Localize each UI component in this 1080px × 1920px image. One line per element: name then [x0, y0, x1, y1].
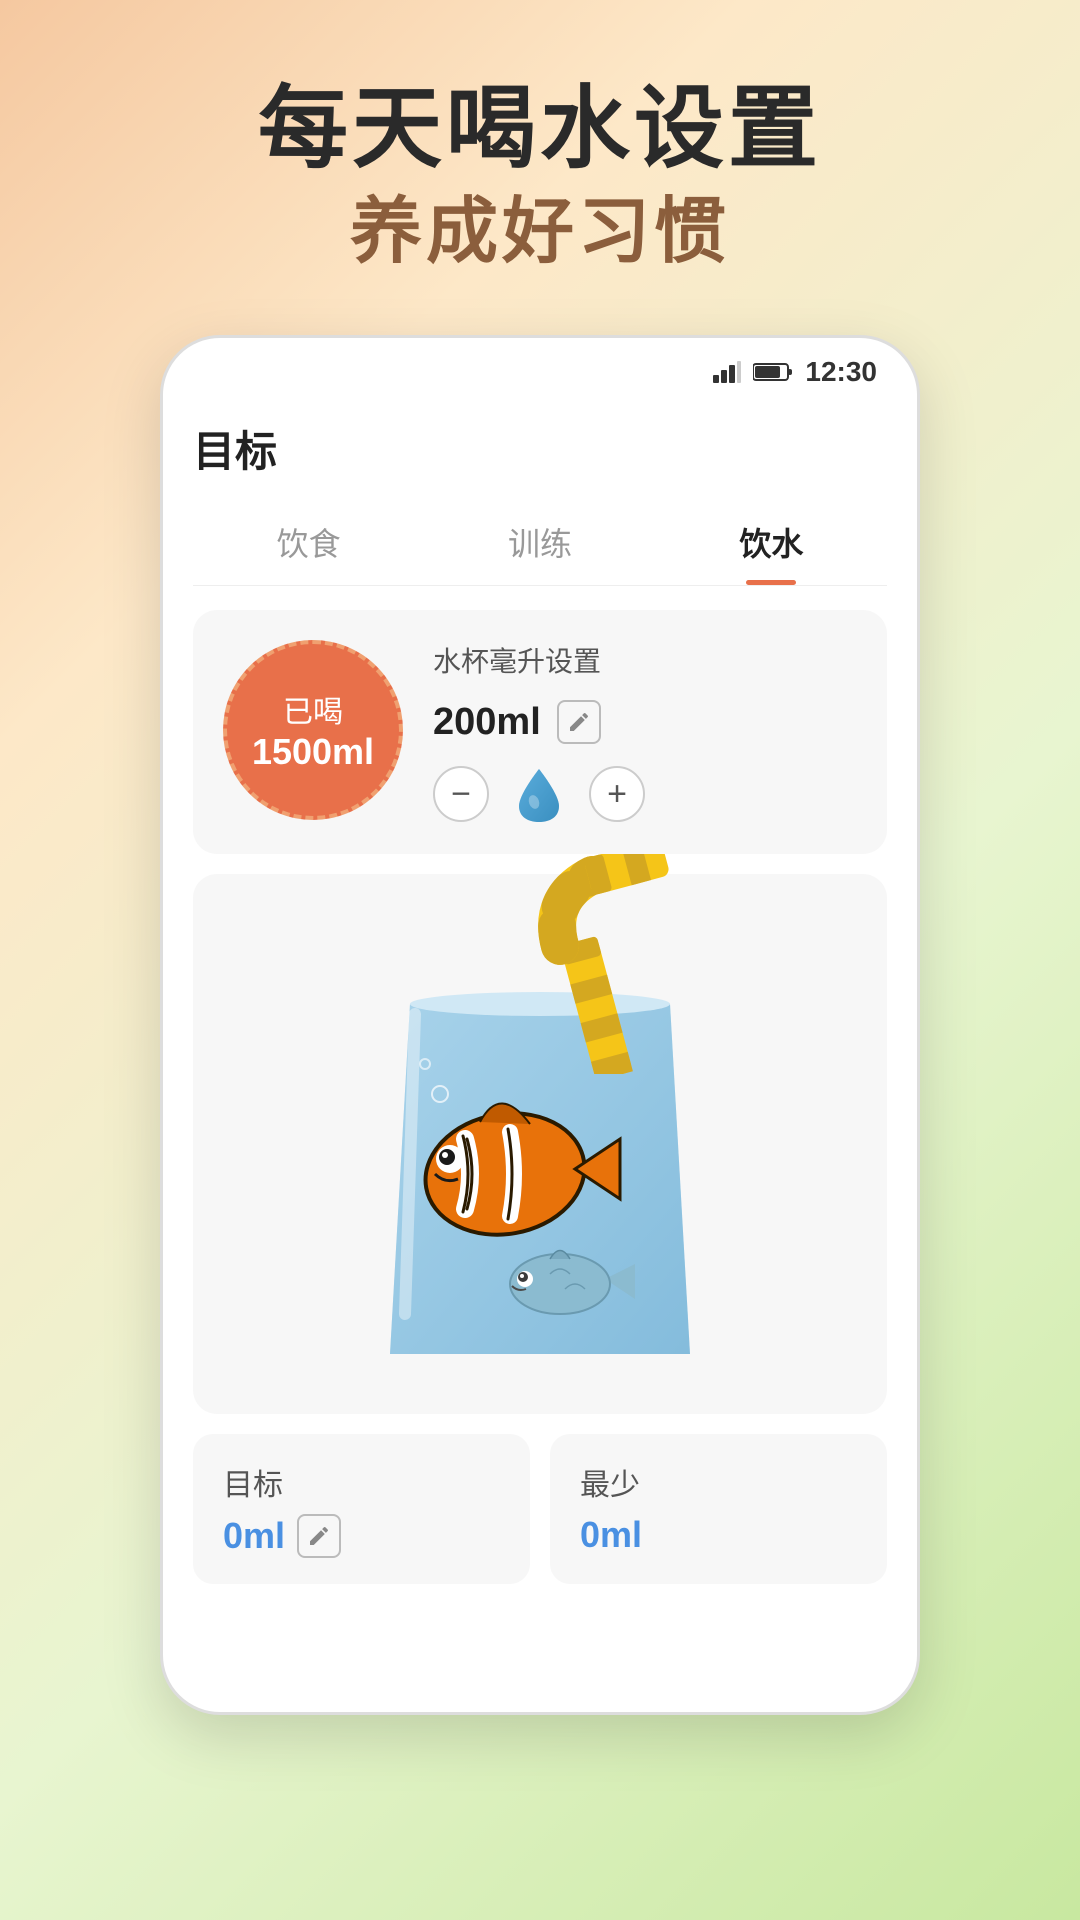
- straw-icon: [520, 854, 720, 1074]
- plus-button[interactable]: +: [589, 766, 645, 822]
- page-title: 目标: [193, 398, 887, 503]
- minus-button[interactable]: −: [433, 766, 489, 822]
- signal-icon: [713, 361, 741, 383]
- cup-value-row: 200ml: [433, 700, 857, 744]
- drunk-label: 已喝: [283, 687, 343, 731]
- goal-label: 目标: [223, 1460, 500, 1504]
- fish-illustration-card: [193, 874, 887, 1414]
- goal-edit-button[interactable]: [297, 1514, 341, 1558]
- page-sub-title: 养成好习惯: [258, 189, 822, 275]
- page-main-title: 每天喝水设置: [258, 80, 822, 179]
- tab-diet[interactable]: 饮食: [193, 503, 424, 585]
- water-drop-icon: [509, 764, 569, 824]
- minus-icon: −: [451, 775, 471, 814]
- cup-setting-label: 水杯毫升设置: [433, 640, 857, 680]
- cup-edit-button[interactable]: [557, 700, 601, 744]
- app-content: 目标 饮食 训练 饮水 已喝 1500ml 水杯毫升设置 200ml: [163, 398, 917, 1712]
- drunk-amount: 1500ml: [252, 731, 374, 773]
- plus-icon: +: [607, 775, 627, 814]
- status-time: 12:30: [805, 356, 877, 388]
- status-bar: 12:30: [163, 338, 917, 398]
- cup-setting-card: 已喝 1500ml 水杯毫升设置 200ml −: [193, 610, 887, 854]
- min-label: 最少: [580, 1460, 857, 1504]
- drunk-circle: 已喝 1500ml: [223, 640, 403, 820]
- min-card: 最少 0ml: [550, 1434, 887, 1584]
- tab-water[interactable]: 饮水: [656, 503, 887, 585]
- tab-training[interactable]: 训练: [424, 503, 655, 585]
- cup-value: 200ml: [433, 701, 541, 744]
- battery-icon: [753, 361, 793, 383]
- goal-value-row: 0ml: [223, 1514, 500, 1558]
- goal-value: 0ml: [223, 1515, 285, 1557]
- phone-frame: 12:30 目标 饮食 训练 饮水 已喝 1500ml 水杯毫升设置 200ml: [160, 335, 920, 1715]
- settings-panel: 水杯毫升设置 200ml −: [433, 640, 857, 824]
- tabs-bar: 饮食 训练 饮水: [193, 503, 887, 586]
- min-value: 0ml: [580, 1514, 642, 1556]
- stepper-row: −: [433, 764, 857, 824]
- goal-card: 目标 0ml: [193, 1434, 530, 1584]
- min-value-row: 0ml: [580, 1514, 857, 1556]
- bottom-row: 目标 0ml 最少 0ml: [193, 1434, 887, 1584]
